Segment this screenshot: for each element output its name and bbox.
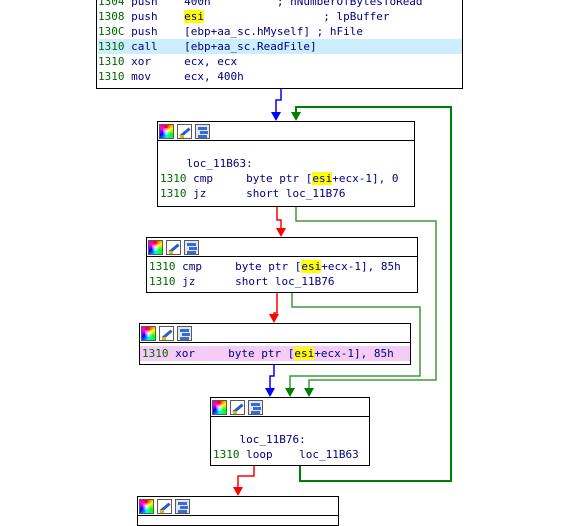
asm-line[interactable]: 1310 cmp byte ptr [esi+ecx-1], 85h bbox=[149, 259, 417, 274]
edge-loc-11b76-false bbox=[237, 466, 255, 487]
graph-view-icon[interactable] bbox=[248, 399, 263, 415]
color-palette-icon[interactable] bbox=[159, 123, 174, 139]
block-toolbar bbox=[138, 497, 338, 516]
asm-line[interactable]: 1310 jz short loc_11B76 bbox=[149, 274, 417, 289]
arrowhead bbox=[304, 388, 314, 397]
block-toolbar bbox=[140, 324, 410, 343]
asm-line[interactable]: 1310 loop loc_11B63 bbox=[213, 447, 369, 462]
block-toolbar bbox=[147, 238, 417, 257]
edge-loc-11b63-false bbox=[276, 207, 282, 228]
code-block-loc-11b63[interactable]: loc_11B63: 1310 cmp byte ptr [esi+ecx-1]… bbox=[157, 121, 415, 207]
edit-pen-icon[interactable] bbox=[157, 498, 172, 514]
color-palette-icon[interactable] bbox=[139, 498, 154, 514]
highlighted-register[interactable]: esi bbox=[301, 260, 322, 273]
asm-line[interactable]: 1310 cmp byte ptr [esi+ecx-1], 0 bbox=[160, 171, 414, 186]
arrowhead bbox=[233, 487, 243, 496]
edge-block1-to-loc-11b63 bbox=[275, 89, 282, 112]
color-palette-icon[interactable] bbox=[212, 399, 227, 415]
arrowhead bbox=[271, 112, 281, 121]
edge-block3-false bbox=[273, 293, 278, 314]
asm-line[interactable]: 1308 push esi ; lpBuffer bbox=[98, 9, 462, 24]
arrowhead bbox=[265, 388, 275, 397]
arrowhead bbox=[291, 112, 301, 121]
code-block-loc-11b76[interactable]: loc_11B76: 1310 loop loc_11B63 bbox=[210, 397, 370, 466]
edit-pen-icon[interactable] bbox=[177, 123, 192, 139]
asm-line[interactable]: 1310 mov ecx, 400h bbox=[98, 69, 462, 84]
block-toolbar bbox=[211, 398, 369, 417]
graph-view-icon[interactable] bbox=[177, 325, 192, 341]
asm-line-current[interactable]: 1310 call [ebp+aa_sc.ReadFile] bbox=[98, 39, 462, 54]
edit-pen-icon[interactable] bbox=[159, 325, 174, 341]
color-palette-icon[interactable] bbox=[148, 239, 163, 255]
asm-line[interactable]: 1310 jz short loc_11B76 bbox=[160, 186, 414, 201]
block-label[interactable]: loc_11B63: bbox=[160, 156, 414, 171]
edit-pen-icon[interactable] bbox=[166, 239, 181, 255]
asm-line[interactable]: 1304 push 400h ; nNumberOfBytesToRead bbox=[98, 0, 462, 9]
asm-line[interactable]: 1310 xor byte ptr [esi+ecx-1], 85h bbox=[140, 346, 410, 361]
graph-view-icon[interactable] bbox=[195, 123, 210, 139]
asm-line[interactable]: 130C push [ebp+aa_sc.hMyself] ; hFile bbox=[98, 24, 462, 39]
highlighted-register[interactable]: esi bbox=[184, 10, 204, 23]
asm-line[interactable]: 1310 xor ecx, ecx bbox=[98, 54, 462, 69]
code-block-read-file[interactable]: 1304 push 400h ; nNumberOfBytesToRead 13… bbox=[96, 0, 463, 89]
color-palette-icon[interactable] bbox=[141, 325, 156, 341]
code-block-compare-85h[interactable]: 1310 cmp byte ptr [esi+ecx-1], 85h 1310 … bbox=[146, 237, 418, 293]
graph-view-icon[interactable] bbox=[184, 239, 199, 255]
edge-block4-to-loc-11b76 bbox=[269, 365, 275, 388]
arrowhead bbox=[276, 228, 286, 237]
highlighted-register[interactable]: esi bbox=[294, 347, 315, 360]
arrowhead bbox=[285, 388, 295, 397]
block-label[interactable]: loc_11B76: bbox=[213, 432, 369, 447]
graph-view-icon[interactable] bbox=[175, 498, 190, 514]
arrowhead bbox=[269, 314, 279, 323]
block-toolbar bbox=[158, 122, 414, 141]
code-block-xor-decode[interactable]: 1310 xor byte ptr [esi+ecx-1], 85h bbox=[139, 323, 411, 365]
highlighted-register[interactable]: esi bbox=[312, 172, 333, 185]
code-block-next[interactable] bbox=[137, 496, 339, 526]
edit-pen-icon[interactable] bbox=[230, 399, 245, 415]
